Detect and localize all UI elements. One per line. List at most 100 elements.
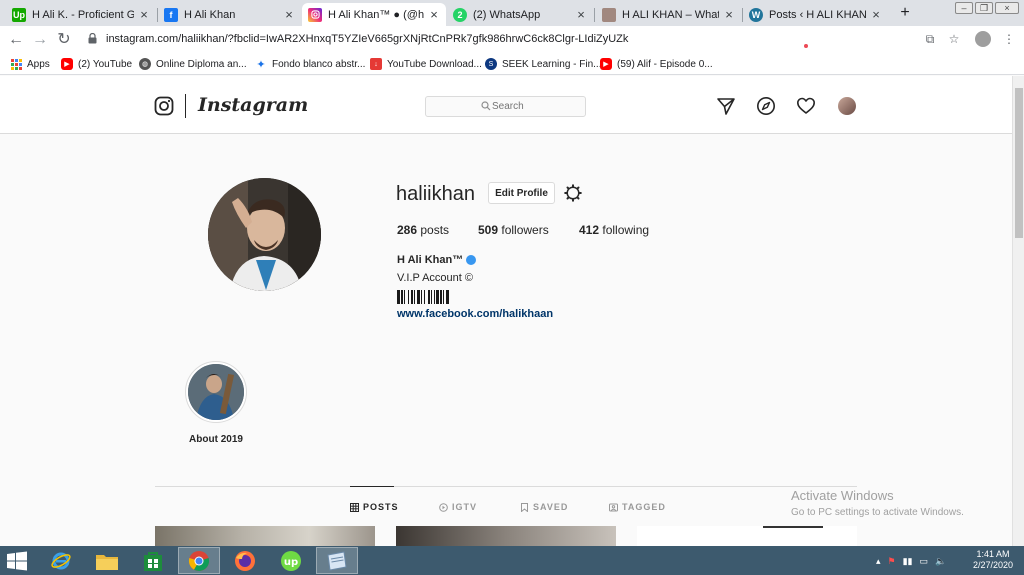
heart-icon[interactable] bbox=[796, 96, 816, 116]
page-scrollbar[interactable] bbox=[1012, 76, 1024, 546]
logo-divider bbox=[185, 94, 186, 118]
url-text: instagram.com/haliikhan/?fbclid=IwAR2XHn… bbox=[106, 33, 629, 45]
back-button[interactable]: ← bbox=[6, 30, 26, 50]
bookmark-label: Apps bbox=[27, 58, 50, 70]
notification-dot bbox=[804, 44, 808, 48]
menu-icon[interactable]: ⋮ bbox=[1002, 32, 1016, 46]
bookmark-alif-episode[interactable]: ▶ (59) Alif - Episode 0... bbox=[600, 56, 713, 72]
profile-avatar-icon[interactable] bbox=[975, 31, 991, 47]
open-in-window-icon[interactable]: ⧉ bbox=[923, 32, 937, 46]
firefox-icon bbox=[235, 550, 255, 571]
tab-posts[interactable]: POSTS bbox=[350, 501, 399, 513]
active-tab-indicator bbox=[350, 486, 394, 487]
instagram-header: Instagram bbox=[0, 76, 1012, 134]
close-icon[interactable]: × bbox=[138, 7, 150, 22]
person-icon bbox=[602, 7, 616, 22]
posts-label: posts bbox=[420, 223, 450, 237]
bookmark-online-diploma[interactable]: ◍ Online Diploma an... bbox=[139, 56, 247, 72]
download-icon: ↓ bbox=[370, 58, 382, 70]
taskbar-clock[interactable]: 1:41 AM 2/27/2020 bbox=[968, 549, 1018, 571]
address-bar[interactable]: instagram.com/haliikhan/?fbclid=IwAR2XHn… bbox=[80, 28, 970, 51]
tab-title: (2) WhatsApp bbox=[473, 8, 541, 21]
seek-icon: S bbox=[485, 58, 497, 70]
action-center-flag-icon[interactable]: ⚑ bbox=[888, 556, 896, 567]
new-tab-button[interactable]: + bbox=[895, 4, 915, 22]
post-thumbnail[interactable] bbox=[155, 526, 375, 546]
close-icon[interactable]: × bbox=[870, 7, 882, 22]
direct-message-icon[interactable] bbox=[716, 96, 736, 116]
chevron-up-icon[interactable]: ▴ bbox=[876, 556, 881, 567]
notepad-icon bbox=[327, 550, 347, 571]
notes-app-taskbar[interactable] bbox=[316, 547, 358, 574]
close-icon[interactable]: × bbox=[428, 7, 440, 22]
profile-tab-divider bbox=[155, 486, 857, 487]
tab-saved[interactable]: SAVED bbox=[520, 501, 568, 513]
bookmark-seek-learning[interactable]: S SEEK Learning - Fin... bbox=[485, 56, 602, 72]
tab-whatsapp[interactable]: 2 (2) WhatsApp × bbox=[447, 3, 593, 26]
forward-button[interactable]: → bbox=[30, 30, 50, 50]
bookmark-youtube-download[interactable]: ↓ YouTube Download... bbox=[370, 56, 482, 72]
tab-facebook[interactable]: f H Ali Khan × bbox=[158, 3, 301, 26]
windows-taskbar: up ▴ ⚑ ▮▮ ▭ 🔈 bbox=[0, 546, 1024, 575]
bookmark-youtube[interactable]: ▶ (2) YouTube bbox=[61, 56, 132, 72]
profile-photo bbox=[208, 178, 321, 291]
followers-stat[interactable]: 509 followers bbox=[478, 223, 549, 237]
tab-tagged[interactable]: TAGGED bbox=[609, 501, 666, 513]
upwork-taskbar[interactable]: up bbox=[270, 547, 312, 574]
star-icon[interactable]: ☆ bbox=[947, 32, 961, 46]
following-stat[interactable]: 412 following bbox=[579, 223, 649, 237]
folder-icon bbox=[96, 554, 118, 570]
close-icon[interactable]: × bbox=[575, 7, 587, 22]
igtv-icon bbox=[439, 502, 448, 512]
store-taskbar[interactable] bbox=[132, 547, 174, 574]
minimize-button[interactable]: – bbox=[955, 2, 973, 14]
bookmark-label: YouTube Download... bbox=[387, 58, 482, 70]
youtube-icon: ▶ bbox=[61, 58, 73, 70]
maximize-button[interactable]: ❐ bbox=[975, 2, 993, 14]
bookmark-apps[interactable]: Apps bbox=[10, 56, 50, 72]
close-icon[interactable]: × bbox=[283, 7, 295, 22]
reload-button[interactable]: ↻ bbox=[54, 30, 74, 50]
tab-title: H ALI KHAN – Whats app bbox=[622, 8, 719, 21]
close-window-button[interactable]: × bbox=[995, 2, 1019, 14]
search-box[interactable] bbox=[425, 96, 586, 117]
network-icon[interactable]: ▮▮ bbox=[903, 556, 913, 567]
explore-compass-icon[interactable] bbox=[756, 96, 776, 116]
chrome-taskbar[interactable] bbox=[178, 547, 220, 574]
search-input[interactable] bbox=[492, 99, 582, 114]
instagram-logo-icon[interactable] bbox=[154, 96, 174, 116]
file-explorer-taskbar[interactable] bbox=[86, 547, 128, 574]
volume-icon[interactable]: 🔈 bbox=[935, 556, 946, 567]
tab-upwork[interactable]: Up H Ali K. - Proficient Graphic × bbox=[6, 3, 156, 26]
tab-wordpress[interactable]: W Posts ‹ H ALI KHAN — W × bbox=[743, 3, 888, 26]
tab-whatsapp-post[interactable]: H ALI KHAN – Whats app × bbox=[596, 3, 741, 26]
tab-label: IGTV bbox=[452, 502, 478, 512]
bookmark-fondo-blanco[interactable]: ✦ Fondo blanco abstr... bbox=[255, 56, 365, 72]
tab-igtv[interactable]: IGTV bbox=[439, 501, 477, 513]
bookmark-label: SEEK Learning - Fin... bbox=[502, 58, 602, 70]
firefox-taskbar[interactable] bbox=[224, 547, 266, 574]
windows-start-icon[interactable] bbox=[6, 551, 28, 571]
post-thumbnail[interactable] bbox=[637, 526, 857, 546]
highlight-photo bbox=[188, 364, 244, 420]
close-icon[interactable]: × bbox=[723, 7, 735, 22]
bio-website-link[interactable]: www.facebook.com/halikhaan bbox=[397, 308, 553, 320]
battery-icon[interactable]: ▭ bbox=[920, 556, 929, 567]
gear-icon[interactable] bbox=[564, 184, 582, 202]
edit-profile-button[interactable]: Edit Profile bbox=[488, 182, 555, 204]
post-thumbnail[interactable] bbox=[396, 526, 616, 546]
tab-separator bbox=[594, 8, 595, 22]
bookmark-label: Fondo blanco abstr... bbox=[272, 58, 366, 70]
bookmarks-bar: Apps ▶ (2) YouTube ◍ Online Diploma an..… bbox=[0, 53, 1024, 75]
scrollbar-thumb[interactable] bbox=[1015, 88, 1023, 238]
header-profile-avatar[interactable] bbox=[838, 97, 856, 115]
bookmark-icon bbox=[521, 502, 528, 512]
internet-explorer-taskbar[interactable] bbox=[40, 547, 82, 574]
tag-icon bbox=[609, 503, 618, 511]
tab-instagram[interactable]: H Ali Khan™ ● (@haliikhan) × bbox=[302, 3, 446, 26]
instagram-wordmark[interactable]: Instagram bbox=[198, 94, 308, 116]
highlight-cover[interactable] bbox=[188, 364, 244, 420]
profile-avatar[interactable] bbox=[208, 178, 321, 291]
verified-badge-icon bbox=[466, 255, 476, 265]
activate-windows-title: Activate Windows bbox=[791, 488, 894, 503]
